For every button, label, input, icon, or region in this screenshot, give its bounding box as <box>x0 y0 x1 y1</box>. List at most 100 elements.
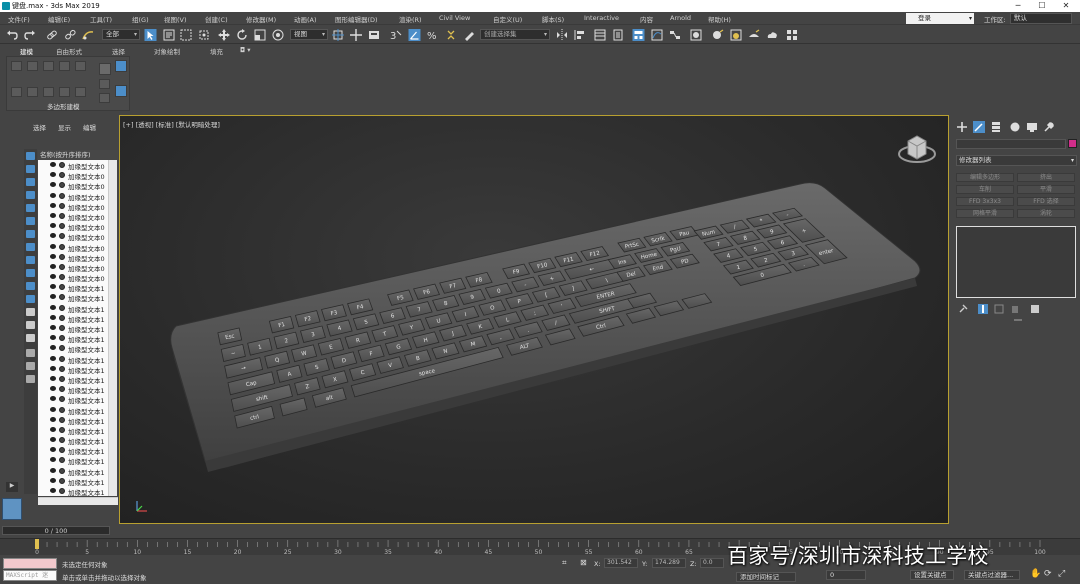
list-item[interactable]: 加缘型文本1 <box>38 333 108 344</box>
filter-spacewarps-icon[interactable] <box>26 217 35 225</box>
maxscript-listener-output[interactable] <box>3 558 57 569</box>
invert-display-icon[interactable] <box>26 334 35 342</box>
list-item[interactable]: 加缘型文本0 <box>38 272 108 283</box>
add-time-tag-button[interactable]: 添加时间标记 <box>736 572 796 582</box>
select-by-name-icon[interactable] <box>163 29 175 41</box>
lathe-button[interactable]: 车削 <box>956 185 1014 194</box>
snaps-toggle-icon[interactable]: 3 <box>390 29 402 41</box>
perspective-viewport[interactable]: Esc F1 F2 F3 F4 F5 F6 F7 F8 F9 F10 F11 F12 PrtSc Scrlk… <box>119 115 949 524</box>
motion-tab-icon[interactable] <box>1009 121 1021 133</box>
maxscript-mini-listener[interactable]: MAXScript 迷 <box>3 570 57 581</box>
remove-modifier-icon[interactable] <box>1010 304 1020 314</box>
explorer-tab-display[interactable]: 显示 <box>58 122 71 132</box>
eye-icon[interactable] <box>50 467 56 473</box>
tab-object-paint[interactable]: 对象绘制 <box>154 46 180 56</box>
timeline-current-frame-marker[interactable] <box>35 539 39 549</box>
eye-icon[interactable] <box>50 335 56 341</box>
toggle-ribbon-icon[interactable] <box>632 29 645 41</box>
ribbon-tool-3[interactable] <box>43 87 54 97</box>
maximize-button[interactable]: ☐ <box>1030 0 1054 12</box>
menu-interactive[interactable]: Interactive <box>584 14 619 22</box>
create-tab-icon[interactable] <box>956 121 968 133</box>
close-button[interactable]: ✕ <box>1054 0 1078 12</box>
eye-icon[interactable] <box>50 457 56 463</box>
ribbon-edge-button[interactable] <box>27 61 38 71</box>
angle-snap-icon[interactable] <box>408 29 421 41</box>
filter-icon[interactable] <box>26 362 35 370</box>
render-in-cloud-icon[interactable] <box>766 29 778 41</box>
frame-spinner[interactable]: 0 <box>826 570 866 580</box>
edit-named-selection-icon[interactable] <box>463 29 475 41</box>
menu-help[interactable]: 帮助(H) <box>708 14 731 24</box>
material-editor-icon[interactable] <box>690 29 702 41</box>
modifier-stack[interactable] <box>956 226 1076 298</box>
bind-spacewarp-icon[interactable] <box>82 29 94 41</box>
ribbon-tool-8[interactable] <box>115 85 127 97</box>
ribbon-tool-7[interactable] <box>99 93 110 103</box>
list-item[interactable]: 加缘型文本0 <box>38 231 108 242</box>
list-item[interactable]: 加缘型文本1 <box>38 445 108 456</box>
filter-lights-icon[interactable] <box>26 178 35 186</box>
filter-shapes-icon[interactable] <box>26 165 35 173</box>
explorer-scrollbar[interactable] <box>108 160 117 496</box>
filter-frozen-icon[interactable] <box>26 282 35 290</box>
key-filters-button[interactable]: 关键点过滤器... <box>964 570 1020 580</box>
render-production-icon[interactable] <box>748 29 760 41</box>
explorer-column-header[interactable]: 名称(按升序排序) <box>38 150 118 160</box>
spinner-snap-icon[interactable] <box>445 29 457 41</box>
lock-selection-icon[interactable]: ⌗ <box>562 558 567 568</box>
menu-scripting[interactable]: 脚本(S) <box>542 14 564 24</box>
hierarchy-tab-icon[interactable] <box>990 121 1002 133</box>
eye-icon[interactable] <box>50 477 56 483</box>
tab-populate[interactable]: 填充 <box>210 46 223 56</box>
filter-bones-icon[interactable] <box>26 256 35 264</box>
list-item[interactable]: 加缘型文本0 <box>38 221 108 232</box>
filter-containers-icon[interactable] <box>26 269 35 277</box>
ffd-333-button[interactable]: FFD 3x3x3 <box>956 197 1014 206</box>
list-item[interactable]: 加缘型文本1 <box>38 364 108 375</box>
modify-tab-icon[interactable] <box>973 121 985 133</box>
menu-edit[interactable]: 编辑(E) <box>48 14 70 24</box>
absolute-mode-icon[interactable]: ⊠ <box>580 558 587 567</box>
menu-customize[interactable]: 自定义(U) <box>493 14 522 24</box>
pivot-center-icon[interactable] <box>332 29 344 41</box>
eye-icon[interactable] <box>50 345 56 351</box>
redo-icon[interactable] <box>24 29 36 41</box>
orbit-icon[interactable]: ⟳ <box>1044 569 1052 579</box>
eye-icon[interactable] <box>50 488 56 493</box>
eye-icon[interactable] <box>50 192 56 198</box>
eye-icon[interactable] <box>50 223 56 229</box>
list-item[interactable]: 加缘型文本1 <box>38 282 108 293</box>
viewcube[interactable] <box>898 135 936 163</box>
eye-icon[interactable] <box>50 253 56 259</box>
set-key-button[interactable]: 设置关键点 <box>910 570 954 580</box>
turbosmooth-button[interactable]: 涡轮 <box>1017 209 1075 218</box>
ribbon-element-button[interactable] <box>75 61 86 71</box>
menu-graph-editors[interactable]: 图形编辑器(D) <box>335 14 378 24</box>
filter-hidden-icon[interactable] <box>26 295 35 303</box>
filter-xrefs-icon[interactable] <box>26 243 35 251</box>
eye-icon[interactable] <box>50 162 56 167</box>
list-item[interactable]: 加缘型文本1 <box>38 374 108 385</box>
a360-gallery-icon[interactable] <box>786 29 798 41</box>
reference-coord-dropdown[interactable]: 视图 <box>290 29 328 40</box>
render-setup-icon[interactable] <box>712 29 724 41</box>
eye-icon[interactable] <box>50 172 56 178</box>
scene-explorer-icon[interactable] <box>612 29 624 41</box>
eye-icon[interactable] <box>50 304 56 310</box>
eye-icon[interactable] <box>50 243 56 249</box>
y-coord-field[interactable]: 174.289 <box>652 558 686 568</box>
utilities-tab-icon[interactable] <box>1043 121 1055 133</box>
display-tab-icon[interactable] <box>1026 121 1038 133</box>
keyboard-shortcut-icon[interactable] <box>368 29 380 41</box>
list-item[interactable]: 加缘型文本0 <box>38 262 108 273</box>
selection-filter-dropdown[interactable]: 全部 <box>102 29 140 40</box>
eye-icon[interactable] <box>50 294 56 300</box>
ribbon-tool-4[interactable] <box>59 87 70 97</box>
filter-helpers-icon[interactable] <box>26 204 35 212</box>
list-item[interactable]: 加缘型文本1 <box>38 313 108 324</box>
menu-modifiers[interactable]: 修改器(M) <box>246 14 276 24</box>
list-item[interactable]: 加缘型文本1 <box>38 425 108 436</box>
ribbon-tool-1[interactable] <box>11 87 22 97</box>
eye-icon[interactable] <box>50 375 56 381</box>
